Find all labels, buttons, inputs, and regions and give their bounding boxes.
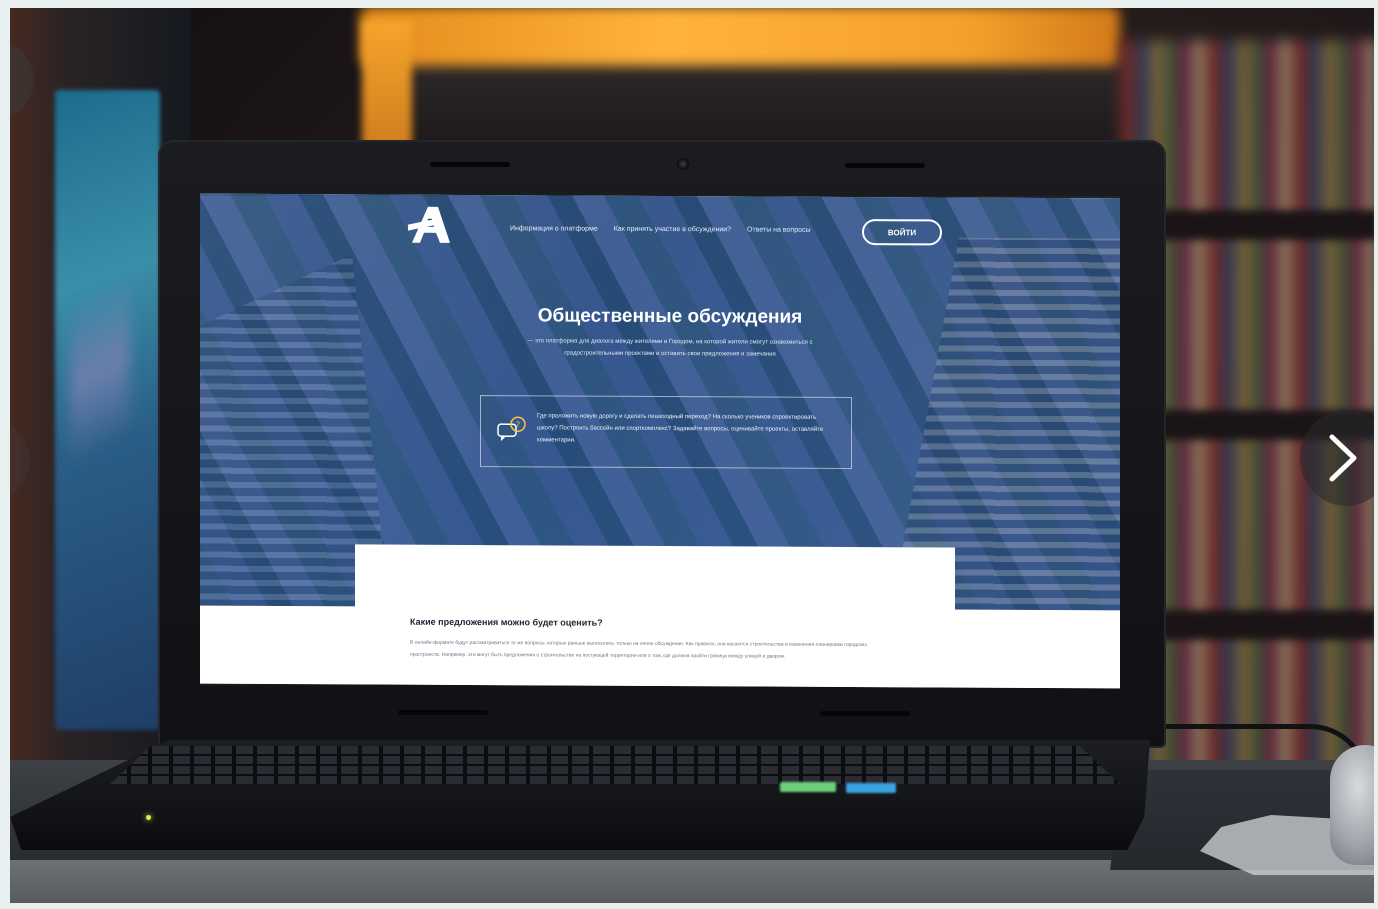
login-button[interactable]: ВОЙТИ	[862, 219, 942, 246]
photo-laptop-library: Информация о платформе Как принять участ…	[0, 0, 1378, 909]
nav-link-faq[interactable]: Ответы на вопросы	[747, 226, 810, 233]
nav-link-how-to-participate[interactable]: Как принять участие в обсуждении?	[614, 226, 731, 234]
nav-link-platform-info[interactable]: Информация о платформе	[510, 225, 598, 232]
letter-a-logo-icon[interactable]	[406, 205, 454, 245]
content-section: Какие предложения можно будет оценить? В…	[200, 605, 1120, 689]
laptop-screen-website: Информация о платформе Как принять участ…	[200, 193, 1120, 689]
hero-subtitle: — это платформа для диалога между жителя…	[527, 338, 813, 358]
section-title: Какие предложения можно будет оценить?	[410, 616, 603, 628]
chevron-right-icon	[1329, 434, 1357, 482]
bezel-slot	[845, 163, 925, 168]
svg-text:?: ?	[516, 420, 520, 429]
background-orange-light	[360, 6, 1120, 66]
top-navigation: Информация о платформе Как принять участ…	[510, 225, 811, 234]
bezel-slot	[398, 710, 488, 715]
chat-bubbles-icon: ?	[497, 416, 526, 442]
info-callout-text: Где проложить новую дорогу и сделать пеш…	[537, 413, 824, 444]
laptop-keyboard-rows	[110, 746, 1120, 784]
info-callout: ? Где проложить новую дорогу и сделать п…	[480, 395, 852, 470]
keyboard-green-key	[780, 782, 836, 792]
computer-mouse	[1330, 745, 1378, 865]
section-text: В онлайн-формате будут рассматриваться т…	[410, 639, 867, 660]
keyboard-blue-key	[846, 783, 896, 793]
page-title: Общественные обсуждения	[537, 305, 803, 328]
background-light-streak	[70, 180, 130, 560]
bezel-slot	[430, 162, 510, 167]
webcam	[677, 158, 689, 170]
hero-banner: Информация о платформе Как принять участ…	[200, 193, 1120, 611]
power-led	[146, 815, 151, 820]
bezel-slot	[820, 711, 910, 716]
